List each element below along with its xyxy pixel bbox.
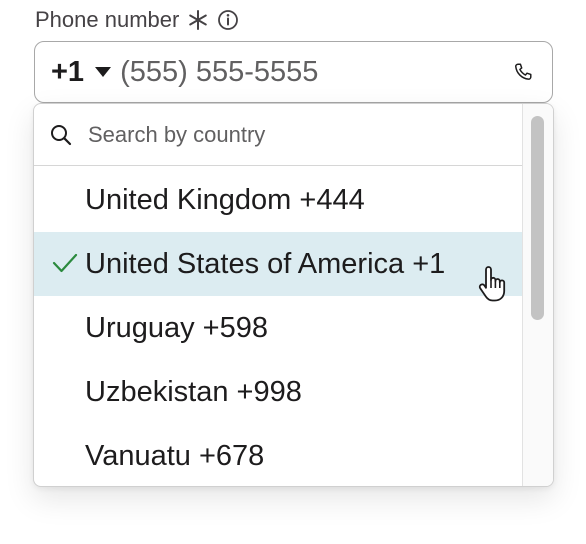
option-label: Uruguay +598: [85, 311, 268, 344]
hand-pointer-cursor-icon: [477, 266, 511, 302]
option-label: United Kingdom +444: [85, 183, 365, 216]
country-option-uzbekistan[interactable]: Uzbekistan +998: [34, 360, 523, 424]
phone-number-label: Phone number: [35, 7, 180, 32]
scrollbar-thumb[interactable]: [531, 116, 544, 320]
required-asterisk-icon: [187, 9, 209, 31]
option-label: United States of America +1: [85, 247, 446, 280]
country-search-input[interactable]: [88, 121, 508, 148]
country-option-list: United Kingdom +444 United States of Ame…: [34, 168, 523, 486]
info-icon[interactable]: [217, 9, 239, 31]
country-option-united-states[interactable]: United States of America +1: [34, 232, 523, 296]
phone-number-field[interactable]: +1: [34, 41, 553, 103]
phone-number-input[interactable]: [120, 55, 481, 89]
country-option-united-kingdom[interactable]: United Kingdom +444: [34, 168, 523, 232]
search-icon: [50, 124, 72, 146]
phone-icon: [512, 61, 534, 83]
country-option-uruguay[interactable]: Uruguay +598: [34, 296, 523, 360]
country-code-selector[interactable]: +1: [51, 56, 84, 89]
dropdown-scrollbar[interactable]: [522, 104, 553, 486]
country-option-vanuatu[interactable]: Vanuatu +678: [34, 424, 523, 486]
check-icon: [52, 252, 78, 274]
option-label: Uzbekistan +998: [85, 375, 302, 408]
country-search-row[interactable]: [34, 104, 523, 166]
phone-label-row: Phone number: [35, 6, 239, 34]
caret-down-icon[interactable]: [94, 66, 112, 78]
country-dropdown[interactable]: United Kingdom +444 United States of Ame…: [33, 103, 554, 487]
option-label: Vanuatu +678: [85, 439, 265, 472]
